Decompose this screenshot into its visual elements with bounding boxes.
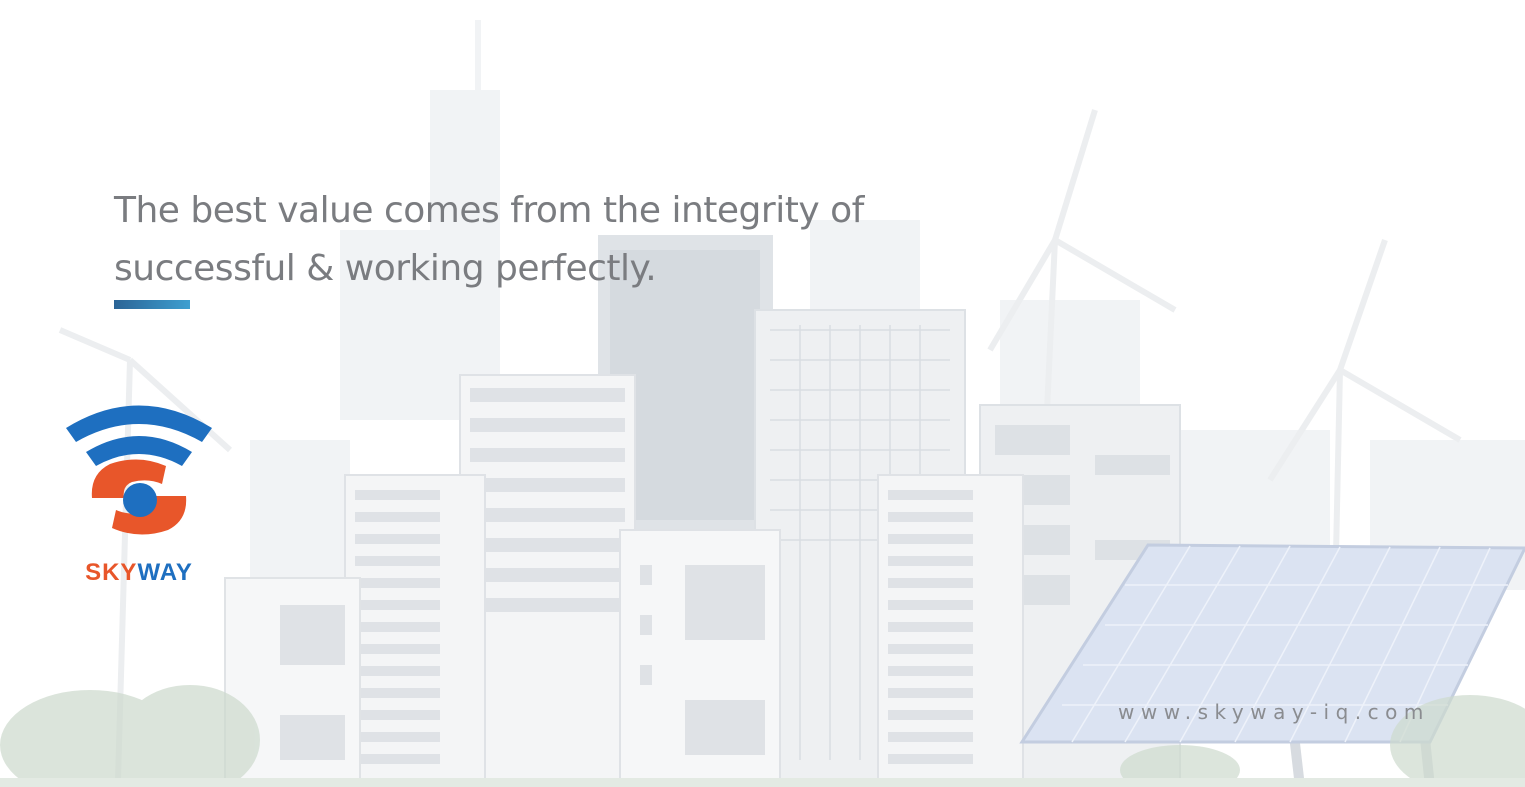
ground [0,778,1525,787]
center-dot-icon [123,483,157,517]
website-url: www.skyway-iq.com [1118,700,1430,724]
background-illustration [0,20,1525,787]
skyway-logo: SKYWAY [66,405,212,586]
tagline-line-2: successful & working perfectly. [114,248,657,289]
accent-bar [114,300,190,309]
tagline-line-1: The best value comes from the integrity … [114,190,864,231]
tagline: The best value comes from the integrity … [114,182,874,298]
logo-wordmark: SKYWAY [85,559,193,586]
